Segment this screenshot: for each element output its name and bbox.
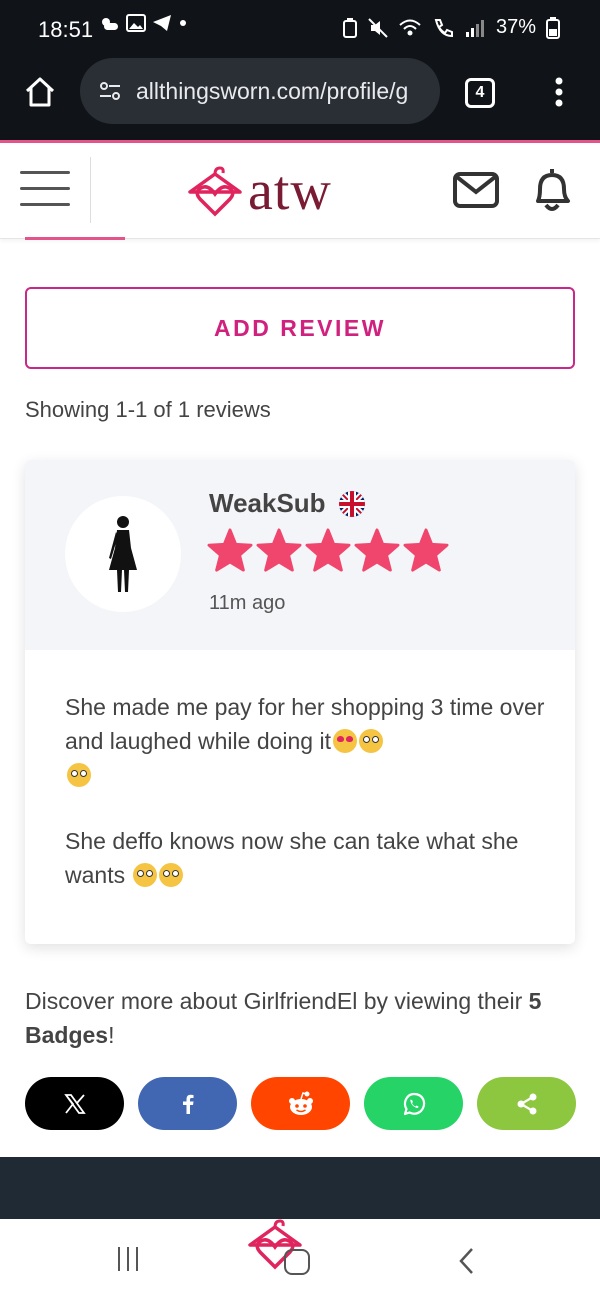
dot-icon: [180, 20, 186, 26]
active-tab-indicator: [25, 237, 125, 240]
pleading-emoji-icon: [67, 763, 91, 787]
share-buttons: [25, 1077, 576, 1130]
mail-icon[interactable]: [452, 171, 500, 209]
weather-icon: [102, 18, 118, 30]
share-x-button[interactable]: [25, 1077, 124, 1130]
x-icon: [63, 1093, 86, 1114]
hamburger-line: [20, 171, 70, 174]
hanger-heart-icon: [188, 166, 242, 217]
woman-silhouette-icon: [109, 516, 137, 592]
username-text: WeakSub: [209, 488, 326, 518]
wifi-call-icon: [434, 18, 453, 37]
whatsapp-icon: [403, 1092, 425, 1115]
recents-button[interactable]: [118, 1247, 138, 1271]
star-icon: [305, 528, 351, 572]
telegram-icon: [153, 15, 171, 31]
star-icon: [403, 528, 449, 572]
star-icon: [256, 528, 302, 572]
flushed-emoji-icon: [358, 729, 383, 753]
battery-percent: 37%: [495, 16, 536, 38]
review-timestamp: 11m ago: [209, 592, 286, 614]
home-button[interactable]: [284, 1249, 310, 1275]
review-paragraph-text: She made me pay for her shopping 3 time …: [65, 694, 545, 754]
header-divider: [90, 157, 91, 223]
logo-text: atw: [248, 160, 332, 222]
system-nav-bar: [0, 1219, 600, 1300]
facebook-icon: [182, 1094, 193, 1114]
back-icon[interactable]: [458, 1247, 474, 1275]
share-facebook-button[interactable]: [138, 1077, 237, 1130]
share-icon: [517, 1093, 536, 1114]
add-review-button[interactable]: ADD REVIEW: [25, 287, 575, 369]
url-field[interactable]: allthingsworn.com/profile/g: [80, 58, 440, 124]
hamburger-line: [20, 203, 70, 206]
avatar[interactable]: [65, 496, 181, 612]
review-author[interactable]: WeakSub: [209, 488, 366, 519]
reddit-icon: [288, 1091, 313, 1115]
notification-icons: [98, 14, 188, 32]
star-rating: [207, 528, 449, 572]
flushed-emoji-icon: [159, 863, 184, 887]
share-reddit-button[interactable]: [251, 1077, 350, 1130]
share-generic-button[interactable]: [477, 1077, 576, 1130]
review-count-text: Showing 1-1 of 1 reviews: [25, 397, 271, 422]
status-bar: 18:51 37%: [0, 0, 600, 58]
hamburger-line: [20, 187, 70, 190]
more-menu-icon[interactable]: [552, 76, 566, 108]
review-card-header: WeakSub 11m ago: [25, 460, 575, 650]
share-whatsapp-button[interactable]: [364, 1077, 463, 1130]
bell-icon[interactable]: [530, 165, 574, 215]
review-body: She made me pay for her shopping 3 time …: [65, 690, 545, 924]
url-text: allthingsworn.com/profile/g: [136, 77, 409, 104]
mute-icon: [368, 17, 388, 38]
review-card: WeakSub 11m ago She made me pay for her …: [25, 460, 575, 944]
tab-switcher-button[interactable]: 4: [465, 78, 495, 108]
site-settings-icon[interactable]: [98, 79, 122, 103]
flushed-emoji-icon: [133, 863, 158, 887]
star-icon: [354, 528, 400, 572]
uk-flag-icon: [338, 490, 365, 517]
home-icon[interactable]: [24, 76, 56, 108]
review-paragraph: She made me pay for her shopping 3 time …: [65, 690, 545, 792]
review-paragraph: She deffo knows now she can take what sh…: [65, 824, 545, 892]
status-time: 18:51: [38, 17, 94, 42]
site-footer: [0, 1157, 600, 1219]
gallery-icon: [126, 14, 146, 32]
browser-toolbar: allthingsworn.com/profile/g 4: [0, 58, 600, 140]
heart-eyes-emoji-icon: [332, 729, 357, 753]
star-icon: [207, 528, 253, 572]
site-header: atw: [0, 143, 600, 239]
discover-suffix: !: [108, 1022, 115, 1048]
discover-prefix: Discover more about GirlfriendEl by view…: [25, 988, 529, 1014]
battery-saver-icon: [342, 17, 357, 38]
site-logo[interactable]: atw: [186, 163, 332, 219]
menu-button[interactable]: [20, 171, 70, 211]
discover-text: Discover more about GirlfriendEl by view…: [25, 984, 585, 1052]
wifi-icon: [399, 19, 421, 35]
signal-icon: [465, 19, 484, 37]
battery-icon: [546, 16, 560, 39]
system-icons: 37%: [342, 16, 560, 39]
